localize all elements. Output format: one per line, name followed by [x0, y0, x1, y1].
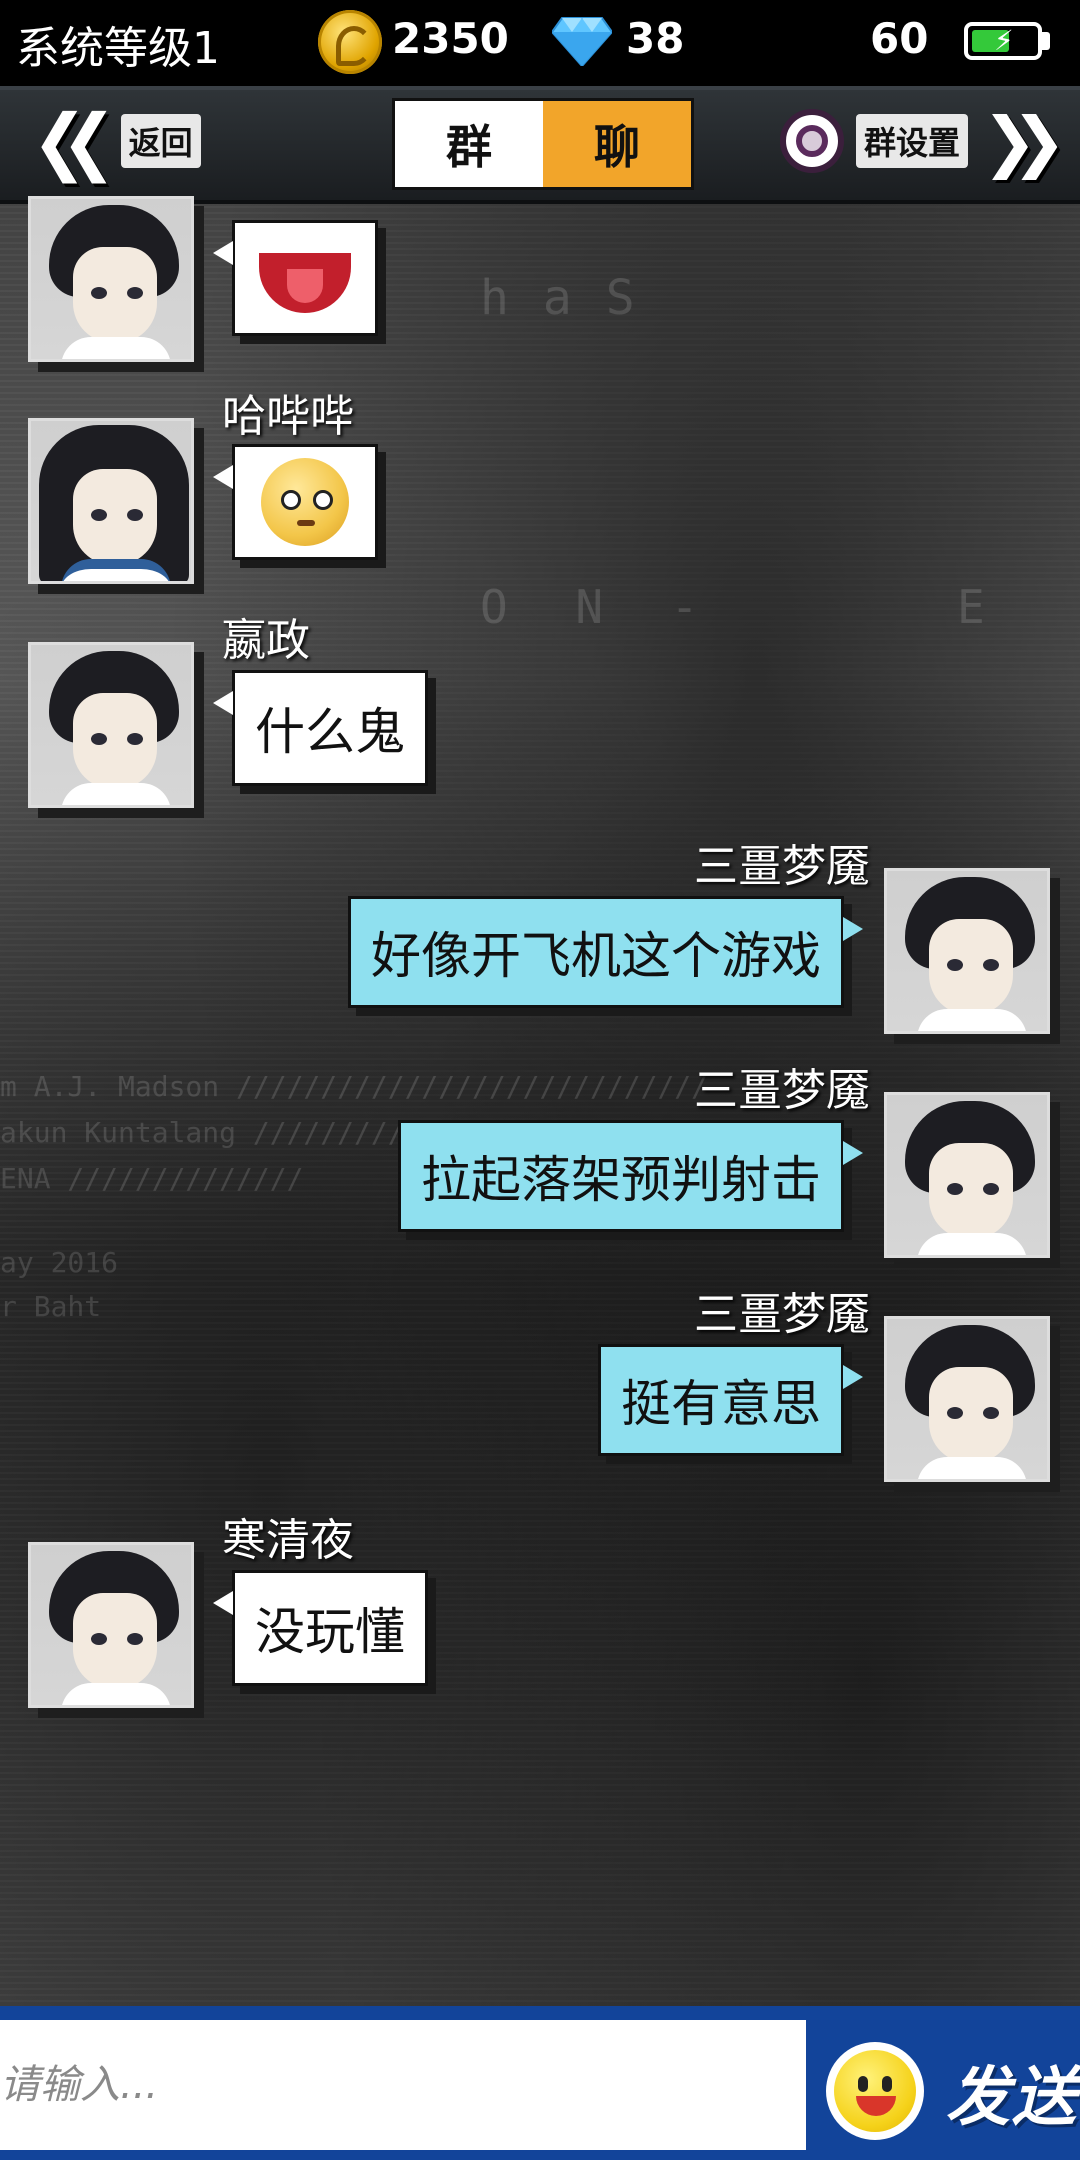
avatar[interactable] — [28, 642, 194, 808]
sender-name: 寒清夜 — [222, 1515, 354, 1566]
background-text: haS — [480, 270, 669, 326]
diamond-icon — [552, 17, 612, 66]
status-bar: 系统等级1 2350 38 60 ⚡ — [0, 0, 1080, 86]
settings-wheel-icon — [780, 109, 844, 173]
chat-background: haS O N - E m A.J. Madson //////////////… — [0, 80, 1080, 2080]
system-level: 系统等级1 — [16, 23, 220, 74]
group-chat-tabs: 群 聊 — [392, 98, 694, 190]
smiley-icon — [834, 2050, 916, 2132]
message-bubble[interactable]: 什么鬼 — [213, 670, 428, 786]
sender-name: 三畺梦魇 — [694, 841, 870, 892]
tongue-mouth-emoji-icon — [259, 243, 351, 313]
input-bar: 发送 — [0, 2006, 1080, 2160]
coin-count: 2350 — [392, 14, 509, 63]
eye-roll-emoji-icon — [261, 458, 349, 546]
back-button[interactable]: ❮❮ 返回 — [32, 99, 201, 183]
emoji-button[interactable] — [826, 2042, 924, 2140]
background-text: ENA ////////////// — [0, 1162, 304, 1195]
battery-percent: 60 — [870, 14, 929, 63]
sender-name: 三畺梦魇 — [694, 1289, 870, 1340]
charging-bolt-icon: ⚡ — [994, 24, 1014, 57]
background-text: r Baht — [0, 1290, 102, 1323]
avatar[interactable] — [884, 868, 1050, 1034]
message-input[interactable] — [0, 2020, 806, 2150]
avatar[interactable] — [28, 1542, 194, 1708]
double-chevron-right-icon: ❯❯ — [982, 102, 1066, 180]
sender-name: 哈哔哔 — [222, 391, 354, 442]
sender-name: 嬴政 — [222, 615, 310, 666]
avatar[interactable] — [28, 196, 194, 362]
sender-name: 三畺梦魇 — [694, 1065, 870, 1116]
message-bubble[interactable]: 拉起落架预判射击 — [398, 1120, 863, 1232]
battery-icon: ⚡ — [964, 22, 1042, 60]
avatar[interactable] — [28, 418, 194, 584]
send-button[interactable]: 发送 — [946, 2046, 1078, 2138]
group-settings-label: 群设置 — [856, 114, 969, 168]
background-text: m A.J. Madson //////////////////////////… — [0, 1070, 709, 1103]
background-text: ay 2016 — [0, 1246, 119, 1279]
group-settings-button[interactable]: 群设置 ❯❯ — [780, 102, 1066, 180]
battery-nub — [1042, 32, 1050, 50]
background-text: akun Kuntalang ////////// — [0, 1116, 422, 1149]
tab-chat[interactable]: 聊 — [543, 101, 691, 187]
message-bubble[interactable]: 挺有意思 — [598, 1344, 863, 1456]
coin-icon — [318, 10, 382, 74]
message-bubble[interactable]: 好像开飞机这个游戏 — [348, 896, 863, 1008]
message-bubble[interactable] — [213, 220, 378, 336]
avatar[interactable] — [884, 1092, 1050, 1258]
message-bubble[interactable]: 没玩懂 — [213, 1570, 428, 1686]
background-text: O N - E — [480, 580, 1005, 634]
double-chevron-left-icon: ❮❮ — [32, 98, 116, 184]
tab-group[interactable]: 群 — [395, 101, 543, 187]
message-bubble[interactable] — [213, 444, 378, 560]
chat-header: ❮❮ 返回 群 聊 群设置 ❯❯ — [0, 86, 1080, 204]
avatar[interactable] — [884, 1316, 1050, 1482]
gem-count: 38 — [626, 14, 685, 63]
back-label: 返回 — [120, 114, 201, 168]
